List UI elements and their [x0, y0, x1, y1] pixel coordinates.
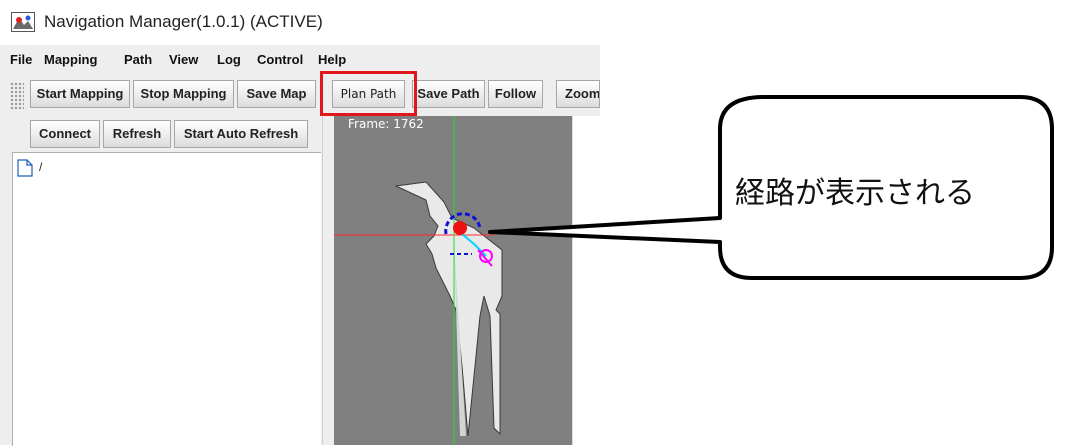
file-icon	[17, 159, 33, 177]
panel-splitter[interactable]	[322, 116, 333, 445]
menu-bar: File Mapping Path View Log Control Help	[0, 48, 600, 72]
save-map-button[interactable]: Save Map	[237, 80, 316, 108]
stop-mapping-button[interactable]: Stop Mapping	[133, 80, 234, 108]
refresh-button[interactable]: Refresh	[103, 120, 171, 148]
map-side-area	[572, 116, 601, 445]
start-auto-refresh-button[interactable]: Start Auto Refresh	[174, 120, 308, 148]
start-mapping-button[interactable]: Start Mapping	[30, 80, 130, 108]
menu-view[interactable]: View	[169, 52, 198, 67]
window-title: Navigation Manager(1.0.1) (ACTIVE)	[44, 12, 323, 31]
menu-path[interactable]: Path	[124, 52, 152, 67]
menu-help[interactable]: Help	[318, 52, 346, 67]
callout-text: 経路が表示される	[735, 176, 975, 211]
app-window: Navigation Manager(1.0.1) (ACTIVE) File …	[0, 0, 601, 446]
file-tree[interactable]: /	[12, 152, 321, 446]
map-view[interactable]: Frame: 1762	[334, 116, 572, 445]
tree-root-label[interactable]: /	[39, 160, 42, 174]
toolbar: Start Mapping Stop Mapping Save Map Plan…	[0, 74, 600, 116]
map-canvas	[334, 116, 503, 445]
menu-file[interactable]: File	[10, 52, 32, 67]
scan-area	[394, 181, 503, 437]
frame-counter: Frame: 1762	[348, 117, 424, 131]
app-icon	[11, 12, 35, 32]
menu-log[interactable]: Log	[217, 52, 241, 67]
connect-button[interactable]: Connect	[30, 120, 100, 148]
plan-path-highlight	[320, 71, 417, 116]
save-path-button[interactable]: Save Path	[412, 80, 485, 108]
robot-marker	[453, 221, 467, 235]
menu-mapping[interactable]: Mapping	[44, 52, 97, 67]
follow-button[interactable]: Follow	[488, 80, 543, 108]
left-panel: Connect Refresh Start Auto Refresh /	[6, 116, 322, 446]
menu-control[interactable]: Control	[257, 52, 303, 67]
title-bar: Navigation Manager(1.0.1) (ACTIVE)	[0, 0, 600, 45]
toolbar-grip[interactable]	[10, 82, 24, 110]
zoom-in-button[interactable]: Zoom In	[556, 80, 600, 108]
